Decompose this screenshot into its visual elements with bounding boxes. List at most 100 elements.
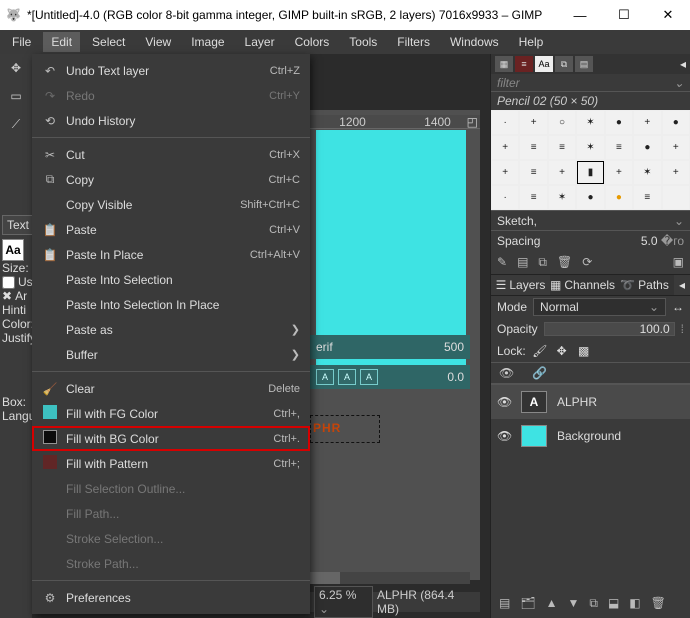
baseline-value[interactable]: 0.0 <box>447 370 464 384</box>
brush-grid[interactable]: ·+○✶●+● +≡≡✶≡●+ +≡+▮+✶+ ·≡✶●●≡ <box>491 110 690 210</box>
brush-actions-row: ✎ ▤ ⧉ 🗑 ⟳ ▣ <box>491 250 690 274</box>
opacity-slider[interactable]: 100.0 <box>544 322 675 336</box>
eye-icon[interactable]: 👁 <box>497 429 511 443</box>
menu-paste-into-selection[interactable]: Paste Into Selection <box>32 267 310 292</box>
menu-fill-pattern[interactable]: Fill with PatternCtrl+; <box>32 451 310 476</box>
lock-pixels-icon[interactable]: 🖌 <box>532 344 548 358</box>
brush-filter-input[interactable]: filter ⌄ <box>491 74 690 92</box>
menu-file[interactable]: File <box>4 32 39 52</box>
menu-windows[interactable]: Windows <box>442 32 507 52</box>
open-as-image-icon[interactable]: ▣ <box>673 255 684 269</box>
brush-preset-select[interactable]: Sketch,⌄ <box>491 210 690 230</box>
menu-copy-visible[interactable]: Copy VisibleShift+Ctrl+C <box>32 192 310 217</box>
tool-measure-icon[interactable]: ⟋ <box>0 110 32 138</box>
blend-mode-select[interactable]: Normal⌄ <box>533 298 666 316</box>
font-family-fragment[interactable]: erif <box>316 340 333 354</box>
menu-select[interactable]: Select <box>84 32 133 52</box>
menu-preferences[interactable]: ⚙Preferences <box>32 585 310 610</box>
delete-brush-icon[interactable]: 🗑 <box>557 255 572 269</box>
chevron-down-icon[interactable]: ⌄ <box>674 76 684 90</box>
eye-icon[interactable]: 👁 <box>497 395 511 409</box>
layer-row[interactable]: 👁 A ALPHR <box>491 385 690 419</box>
menu-paste-as[interactable]: Paste as❯ <box>32 317 310 342</box>
nav-toggle-icon[interactable]: ◰ <box>467 115 478 129</box>
zoom-level[interactable]: 6.25 % ⌄ <box>314 586 373 618</box>
lock-alpha-icon[interactable]: ▩ <box>576 344 592 358</box>
menu-paste-in-place[interactable]: 📋Paste In PlaceCtrl+Alt+V <box>32 242 310 267</box>
delete-layer-icon[interactable]: 🗑 <box>651 596 666 610</box>
dock-tab-brushes-icon[interactable]: ▦ <box>495 56 513 72</box>
mode-switch-icon[interactable]: ↔ <box>672 300 684 314</box>
mask-icon[interactable]: ◧ <box>629 596 640 610</box>
menu-paste[interactable]: 📋PasteCtrl+V <box>32 217 310 242</box>
dock-menu-icon[interactable]: ◂ <box>674 275 690 295</box>
menu-copy[interactable]: ⧉CopyCtrl+C <box>32 167 310 192</box>
maximize-button[interactable]: ☐ <box>608 7 640 23</box>
paste-icon: 📋 <box>40 223 60 237</box>
merge-down-icon[interactable]: ⬓ <box>608 596 619 610</box>
text-style-a1-icon[interactable]: A <box>316 369 334 385</box>
menu-fill-fg[interactable]: Fill with FG ColorCtrl+, <box>32 401 310 426</box>
chevron-down-icon: ⌄ <box>649 300 659 314</box>
pattern-swatch-icon <box>40 455 60 472</box>
menu-edit[interactable]: Edit <box>43 32 80 52</box>
text-style-a3-icon[interactable]: A <box>360 369 378 385</box>
new-brush-icon[interactable]: ▤ <box>517 255 528 269</box>
text-style-a2-icon[interactable]: A <box>338 369 356 385</box>
menu-fill-selection-outline[interactable]: Fill Selection Outline... <box>32 476 310 501</box>
duplicate-brush-icon[interactable]: ⧉ <box>538 255 547 270</box>
close-option-icon[interactable]: ✖ <box>2 289 12 303</box>
new-group-icon[interactable]: 🗂 <box>520 596 535 610</box>
layer-name[interactable]: ALPHR <box>557 395 597 409</box>
tool-rect-select-icon[interactable]: ▭ <box>0 82 32 110</box>
refresh-brush-icon[interactable]: ⟳ <box>582 255 592 269</box>
menu-buffer[interactable]: Buffer❯ <box>32 342 310 367</box>
menu-layer[interactable]: Layer <box>237 32 283 52</box>
chevron-down-icon[interactable]: ⌄ <box>319 602 329 616</box>
spacing-value[interactable]: 5.0 <box>641 234 658 248</box>
horizontal-scrollbar[interactable] <box>310 572 470 584</box>
layer-name[interactable]: Background <box>557 429 621 443</box>
edit-brush-icon[interactable]: ✎ <box>497 255 507 269</box>
dock-tab-history-icon[interactable]: ⧉ <box>555 56 573 72</box>
tool-move-icon[interactable]: ✥ <box>0 54 32 82</box>
menu-fill-path[interactable]: Fill Path... <box>32 501 310 526</box>
lock-position-icon[interactable]: ✥ <box>554 344 570 358</box>
text-layer-box[interactable]: PHR <box>310 415 380 443</box>
dock-tab-fonts-icon[interactable]: Aa <box>535 56 553 72</box>
use-editor-checkbox[interactable] <box>2 276 15 289</box>
menu-fill-bg[interactable]: Fill with BG ColorCtrl+. <box>32 426 310 451</box>
dock-menu-icon[interactable]: ◂ <box>680 57 686 71</box>
menu-clear[interactable]: 🧹ClearDelete <box>32 376 310 401</box>
menu-view[interactable]: View <box>137 32 179 52</box>
lower-layer-icon[interactable]: ▼ <box>567 596 579 610</box>
menu-redo[interactable]: ↷RedoCtrl+Y <box>32 83 310 108</box>
chevron-down-icon: ⌄ <box>674 214 684 228</box>
font-preview-aa[interactable]: Aa <box>2 239 24 261</box>
menu-help[interactable]: Help <box>511 32 552 52</box>
menu-colors[interactable]: Colors <box>287 32 338 52</box>
tab-paths[interactable]: ➰Paths <box>615 275 674 295</box>
menu-image[interactable]: Image <box>183 32 232 52</box>
menu-undo[interactable]: ↶Undo Text layerCtrl+Z <box>32 58 310 83</box>
close-button[interactable]: ✕ <box>652 7 684 23</box>
scrollbar-thumb[interactable] <box>310 572 340 584</box>
minimize-button[interactable]: — <box>564 8 596 23</box>
duplicate-layer-icon[interactable]: ⧉ <box>589 596 598 611</box>
menu-cut[interactable]: ✂CutCtrl+X <box>32 142 310 167</box>
menu-stroke-selection[interactable]: Stroke Selection... <box>32 526 310 551</box>
tab-channels[interactable]: ▦Channels <box>550 275 615 295</box>
dock-tab-patterns-icon[interactable]: ≡ <box>515 56 533 72</box>
menu-stroke-path[interactable]: Stroke Path... <box>32 551 310 576</box>
menu-paste-into-selection-in-place[interactable]: Paste Into Selection In Place <box>32 292 310 317</box>
menu-tools[interactable]: Tools <box>341 32 385 52</box>
menu-undo-history[interactable]: ⟲Undo History <box>32 108 310 133</box>
brush-spacing-row[interactable]: Spacing 5.0 �го <box>491 230 690 250</box>
font-size-value[interactable]: 500 <box>444 340 464 354</box>
menu-filters[interactable]: Filters <box>389 32 438 52</box>
tab-layers[interactable]: ☰Layers <box>491 275 550 295</box>
raise-layer-icon[interactable]: ▲ <box>546 596 558 610</box>
dock-tab-images-icon[interactable]: ▤ <box>575 56 593 72</box>
layer-row[interactable]: 👁 Background <box>491 419 690 453</box>
new-layer-icon[interactable]: ▤ <box>499 596 510 610</box>
